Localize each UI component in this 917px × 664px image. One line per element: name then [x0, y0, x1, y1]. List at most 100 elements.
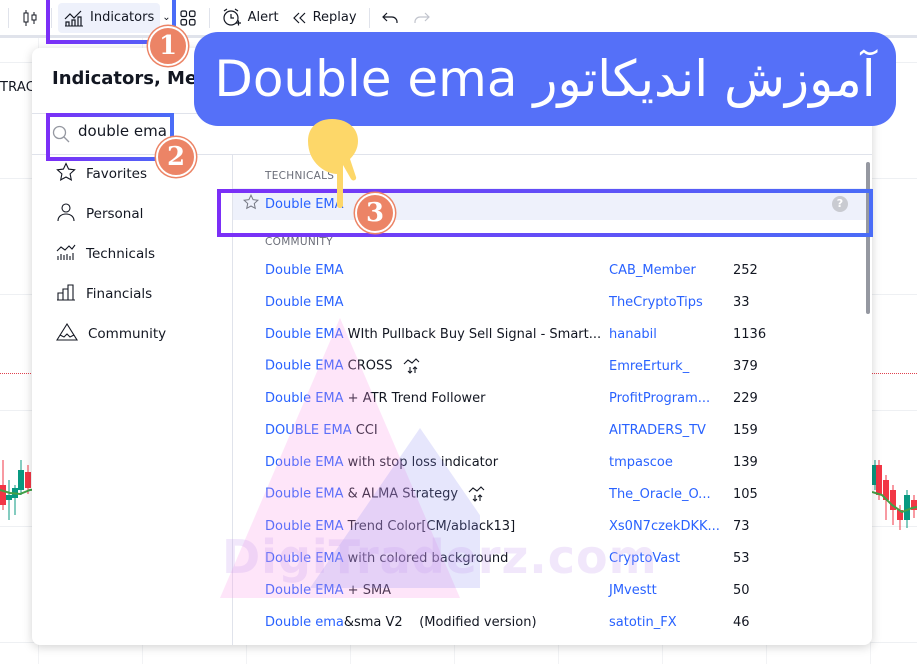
sidebar-item-community[interactable]: Community — [32, 314, 232, 354]
search-match-text: DOUBLE EMA — [265, 422, 352, 438]
result-title-rest: with stop loss indicator — [343, 454, 499, 470]
sidebar-item-financials[interactable]: Financials — [32, 274, 232, 314]
star-icon — [56, 162, 86, 186]
result-author[interactable]: Xs0N7czekDKK... — [609, 519, 733, 534]
result-author[interactable]: ProfitProgram... — [609, 391, 733, 406]
bar-chart-icon — [56, 282, 86, 306]
result-author[interactable]: tmpascoe — [609, 455, 733, 470]
help-icon[interactable]: ? — [832, 196, 848, 212]
candle-body — [0, 485, 6, 505]
technicals-icon — [56, 242, 86, 266]
undo-button[interactable] — [376, 3, 406, 33]
candle-body — [18, 470, 24, 490]
search-match-text: Double ema — [265, 614, 344, 630]
result-author[interactable]: TheCryptoTips — [609, 295, 733, 310]
search-match-text: Double EMA — [265, 358, 344, 374]
result-likes-count: 139 — [733, 454, 758, 470]
sidebar-item-technicals[interactable]: Technicals — [32, 234, 232, 274]
step-3-badge: 3 — [355, 193, 395, 233]
result-title: Double EMA — [233, 295, 609, 310]
result-author[interactable]: EmreErturk_ — [609, 359, 733, 374]
result-title: Double EMA with stop loss indicator — [233, 455, 609, 470]
replay-rewind-icon — [291, 11, 307, 25]
community-result-row[interactable]: Double EMA with stop loss indicator tmpas… — [233, 446, 872, 478]
technical-result-double-ema[interactable]: Double EMA ? — [233, 188, 872, 220]
category-sidebar: Favorites Personal Technicals Financials… — [32, 154, 233, 645]
community-result-row[interactable]: Double ema&sma V2 (Modified version) sato… — [233, 606, 872, 638]
result-title: DOUBLE EMA CCI — [233, 423, 609, 438]
sidebar-item-label: Community — [88, 326, 167, 342]
community-result-row[interactable]: Double EMA Trend Color[CM/ablack13] Xs0N7… — [233, 510, 872, 542]
result-likes-count: 33 — [733, 294, 750, 310]
community-result-row[interactable]: Double EMA TheCryptoTips 33 — [233, 286, 872, 318]
toolbar-divider — [8, 7, 9, 28]
sidebar-item-favorites[interactable]: Favorites — [32, 154, 232, 194]
candle-body — [25, 472, 31, 488]
redo-button[interactable] — [406, 3, 436, 33]
result-title: Double EMA & ALMA Strategy — [233, 486, 609, 502]
chevron-down-icon[interactable]: ⌄ — [162, 12, 170, 23]
community-result-row[interactable]: Double EMA WIth Pullback Buy Sell Signal… — [233, 318, 872, 350]
community-result-row[interactable]: Double EMA CAB_Member 252 — [233, 254, 872, 286]
result-title-rest: Trend Color[CM/ablack13] — [343, 518, 516, 534]
replay-button[interactable]: Replay — [285, 3, 363, 33]
community-results: Double EMA CAB_Member 252 Double EMA TheCryp… — [233, 254, 872, 638]
alarm-clock-plus-icon — [222, 8, 242, 28]
result-author[interactable]: The_Oracle_O... — [609, 487, 733, 502]
tutorial-banner: آموزش اندیکاتور Double ema — [194, 32, 896, 126]
step-1-badge: 1 — [148, 26, 188, 66]
layout-grid-icon — [179, 9, 197, 27]
search-match-text: Double EMA — [265, 294, 344, 310]
result-likes-count: 1136 — [733, 326, 767, 342]
result-title-rest: CROSS — [343, 358, 393, 374]
result-title: Double EMA WIth Pullback Buy Sell Signal… — [233, 327, 609, 342]
result-title: Double EMA Trend Color[CM/ablack13] — [233, 519, 609, 534]
result-title-rest: + ATR Trend Follower — [343, 390, 486, 406]
community-section-header: COMMUNITY — [265, 236, 333, 248]
result-likes-count: 229 — [733, 390, 758, 406]
search-match-text: Double EMA — [265, 390, 344, 406]
search-match-text: Double EMA — [265, 326, 344, 342]
technical-result-name: Double EMA — [265, 196, 344, 212]
indicators-dialog: Indicators, Metrics & Strategies Favorit… — [32, 48, 872, 645]
result-author[interactable]: JMvestt — [609, 583, 733, 598]
candle-body — [904, 495, 910, 520]
community-result-row[interactable]: Double EMA with colored background Crypto… — [233, 542, 872, 574]
indicators-chart-icon — [64, 9, 84, 27]
result-author[interactable]: hanabil — [609, 327, 733, 342]
results-list[interactable]: TECHNICALS Double EMA ? COMMUNITY Double… — [233, 154, 872, 645]
result-author[interactable]: CryptoVast — [609, 551, 733, 566]
result-author[interactable]: AITRADERS_TV — [609, 423, 733, 438]
sidebar-item-label: Personal — [86, 206, 144, 222]
search-match-text: Double EMA — [265, 486, 344, 502]
result-likes-count: 379 — [733, 358, 758, 374]
community-result-row[interactable]: Double EMA + ATR Trend Follower ProfitPro… — [233, 382, 872, 414]
alert-button[interactable]: Alert — [216, 3, 285, 33]
result-title-rest: + SMA — [343, 582, 392, 598]
indicators-button[interactable]: Indicators — [58, 2, 161, 33]
chart-type-button[interactable] — [15, 3, 45, 33]
result-title: Double EMA CROSS — [233, 358, 609, 374]
alert-label: Alert — [247, 10, 279, 25]
community-result-row[interactable]: Double EMA CROSS EmreErturk_ 379 — [233, 350, 872, 382]
undo-icon — [381, 11, 400, 25]
result-title-rest: with colored background — [343, 550, 509, 566]
result-title: Double ema&sma V2 (Modified version) — [233, 615, 609, 630]
toolbar-divider — [208, 7, 210, 28]
result-author[interactable]: satotin_FX — [609, 615, 733, 630]
search-match-text: Double EMA — [265, 550, 344, 566]
sidebar-item-personal[interactable]: Personal — [32, 194, 232, 234]
community-result-row[interactable]: Double EMA & ALMA Strategy The_Oracle_O..… — [233, 478, 872, 510]
result-author[interactable]: CAB_Member — [609, 263, 733, 278]
search-match-text: Double EMA — [265, 262, 344, 278]
result-likes-count: 50 — [733, 582, 750, 598]
result-title: Double EMA + SMA — [233, 583, 609, 598]
candle-body — [6, 495, 12, 500]
star-icon[interactable] — [242, 193, 260, 214]
result-title: Double EMA + ATR Trend Follower — [233, 391, 609, 406]
community-result-row[interactable]: DOUBLE EMA CCI AITRADERS_TV 159 — [233, 414, 872, 446]
community-result-row[interactable]: Double EMA + SMA JMvestt 50 — [233, 574, 872, 606]
result-likes-count: 105 — [733, 486, 758, 502]
results-scrollbar[interactable] — [866, 162, 870, 314]
result-title-rest: & ALMA Strategy — [343, 486, 459, 502]
